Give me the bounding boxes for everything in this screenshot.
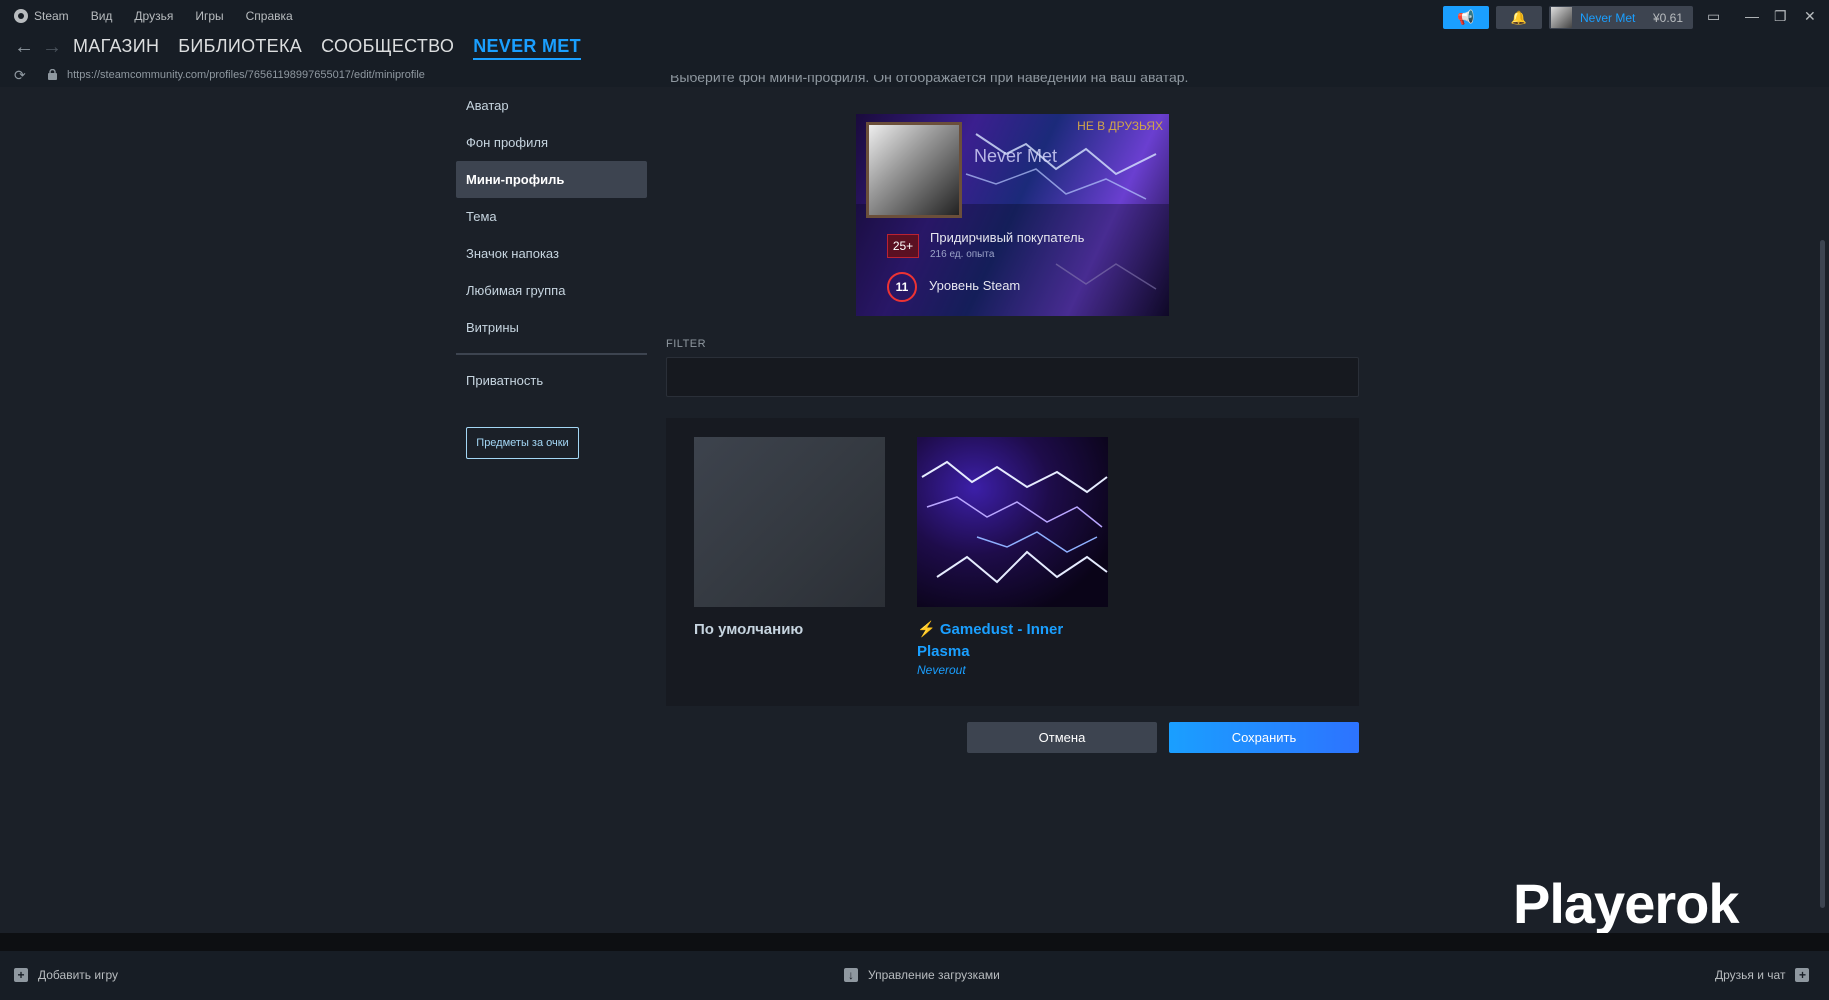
download-icon: ↓: [844, 968, 858, 982]
item-default[interactable]: По умолчанию: [694, 437, 885, 641]
minimize-icon[interactable]: —: [1745, 8, 1759, 24]
points-shop-button[interactable]: Предметы за очки: [466, 427, 579, 459]
menu-games[interactable]: Игры: [195, 9, 223, 23]
item-thumbnail: [694, 437, 885, 607]
badge-icon: 25+: [887, 234, 919, 258]
item-subtitle: Neverout: [917, 663, 966, 677]
sidebar-divider: [456, 353, 647, 355]
item-thumbnail: [917, 437, 1108, 607]
filter-input[interactable]: [666, 357, 1359, 397]
section-description: Выберите фон мини-профиля. Он отображает…: [670, 75, 1189, 85]
close-icon[interactable]: ✕: [1804, 8, 1816, 25]
sidebar-item-featured-badge[interactable]: Значок напоказ: [456, 235, 647, 272]
nav-library[interactable]: БИБЛИОТЕКА: [178, 36, 302, 60]
badge-xp: 216 ед. опыта: [930, 249, 995, 260]
bottom-bar: + Добавить игру ↓ Управление загрузками …: [0, 951, 1829, 1000]
announcements-button[interactable]: 📢: [1443, 6, 1489, 29]
separator-band: [0, 933, 1829, 951]
edit-profile-sidebar: Аватар Фон профиля Мини-профиль Тема Зна…: [456, 87, 647, 459]
wallet-balance: ¥0.61: [1653, 11, 1684, 25]
menu-friends[interactable]: Друзья: [134, 9, 173, 23]
item-title: ⚡ Gamedust - Inner Plasma: [917, 621, 1064, 660]
account-menu[interactable]: Never Met ¥0.61: [1549, 6, 1693, 29]
forward-arrow-icon[interactable]: →: [42, 36, 62, 59]
not-friends-label: НЕ В ДРУЗЬЯХ: [1077, 119, 1163, 133]
sidebar-item-favorite-group[interactable]: Любимая группа: [456, 272, 647, 309]
account-name: Never Met: [1580, 11, 1636, 25]
notifications-button[interactable]: 🔔: [1496, 6, 1542, 29]
back-arrow-icon[interactable]: ←: [14, 36, 34, 59]
sidebar-item-showcases[interactable]: Витрины: [456, 309, 647, 346]
sidebar-item-profile-background[interactable]: Фон профиля: [456, 124, 647, 161]
save-button[interactable]: Сохранить: [1169, 722, 1359, 753]
url-text[interactable]: https://steamcommunity.com/profiles/7656…: [67, 69, 425, 81]
add-game-button[interactable]: + Добавить игру: [14, 968, 118, 982]
lock-icon: [48, 69, 57, 80]
avatar: [1551, 7, 1572, 28]
sidebar-item-theme[interactable]: Тема: [456, 198, 647, 235]
sidebar-item-miniprofile[interactable]: Мини-профиль: [456, 161, 647, 198]
maximize-icon[interactable]: ❐: [1774, 8, 1787, 25]
watermark-logo: Playerok: [1513, 872, 1739, 935]
menu-help[interactable]: Справка: [246, 9, 293, 23]
cancel-button[interactable]: Отмена: [967, 722, 1157, 753]
megaphone-icon: 📢: [1457, 9, 1475, 25]
sidebar-item-privacy[interactable]: Приватность: [456, 362, 647, 399]
scrollbar[interactable]: [1820, 240, 1825, 908]
badge-title: Придирчивый покупатель: [930, 230, 1085, 245]
menu-steam-label: Steam: [34, 9, 69, 23]
main-nav: МАГАЗИН БИБЛИОТЕКА СООБЩЕСТВО NEVER MET: [73, 36, 581, 60]
friends-chat-label: Друзья и чат: [1715, 968, 1786, 982]
nav-community[interactable]: СООБЩЕСТВО: [321, 36, 454, 60]
plasma-art: [921, 460, 1108, 584]
friends-icon: +: [1795, 968, 1810, 982]
filter-label: FILTER: [666, 338, 707, 350]
top-menu: Steam Вид Друзья Игры Справка: [14, 9, 293, 23]
steam-level-label: Уровень Steam: [929, 278, 1021, 293]
sidebar-item-avatar[interactable]: Аватар: [456, 87, 647, 124]
title-bar: Steam Вид Друзья Игры Справка 📢 🔔 Never …: [0, 0, 1829, 34]
plus-icon: +: [14, 968, 28, 982]
miniprofile-avatar: [866, 122, 962, 218]
steam-level-circle: 11: [887, 272, 917, 302]
steam-logo-icon: [14, 9, 28, 23]
miniprofile-name: Never Met: [974, 146, 1058, 166]
menu-steam[interactable]: Steam: [14, 9, 69, 23]
nav-profile[interactable]: NEVER MET: [473, 36, 581, 60]
miniprofile-preview: НЕ В ДРУЗЬЯХ Never Met 25+ Придирчивый п…: [856, 114, 1169, 316]
bell-icon: 🔔: [1510, 10, 1528, 25]
item-inner-plasma[interactable]: ⚡ Gamedust - Inner Plasma Neverout: [917, 437, 1108, 677]
menu-view[interactable]: Вид: [91, 9, 113, 23]
nav-store[interactable]: МАГАЗИН: [73, 36, 159, 60]
downloads-label: Управление загрузками: [868, 968, 1000, 982]
downloads-button[interactable]: ↓ Управление загрузками: [844, 968, 1000, 982]
friends-chat-button[interactable]: Друзья и чат +: [1715, 968, 1810, 982]
refresh-icon[interactable]: ⟳: [14, 67, 26, 84]
nav-row: ← → МАГАЗИН БИБЛИОТЕКА СООБЩЕСТВО NEVER …: [0, 34, 1829, 64]
add-game-label: Добавить игру: [38, 968, 118, 982]
big-picture-icon[interactable]: ▭: [1707, 8, 1720, 25]
miniprofile-items-grid: По умолчанию ⚡ Gamedust - Inner Plasma N…: [666, 418, 1359, 706]
item-title: По умолчанию: [694, 621, 804, 638]
